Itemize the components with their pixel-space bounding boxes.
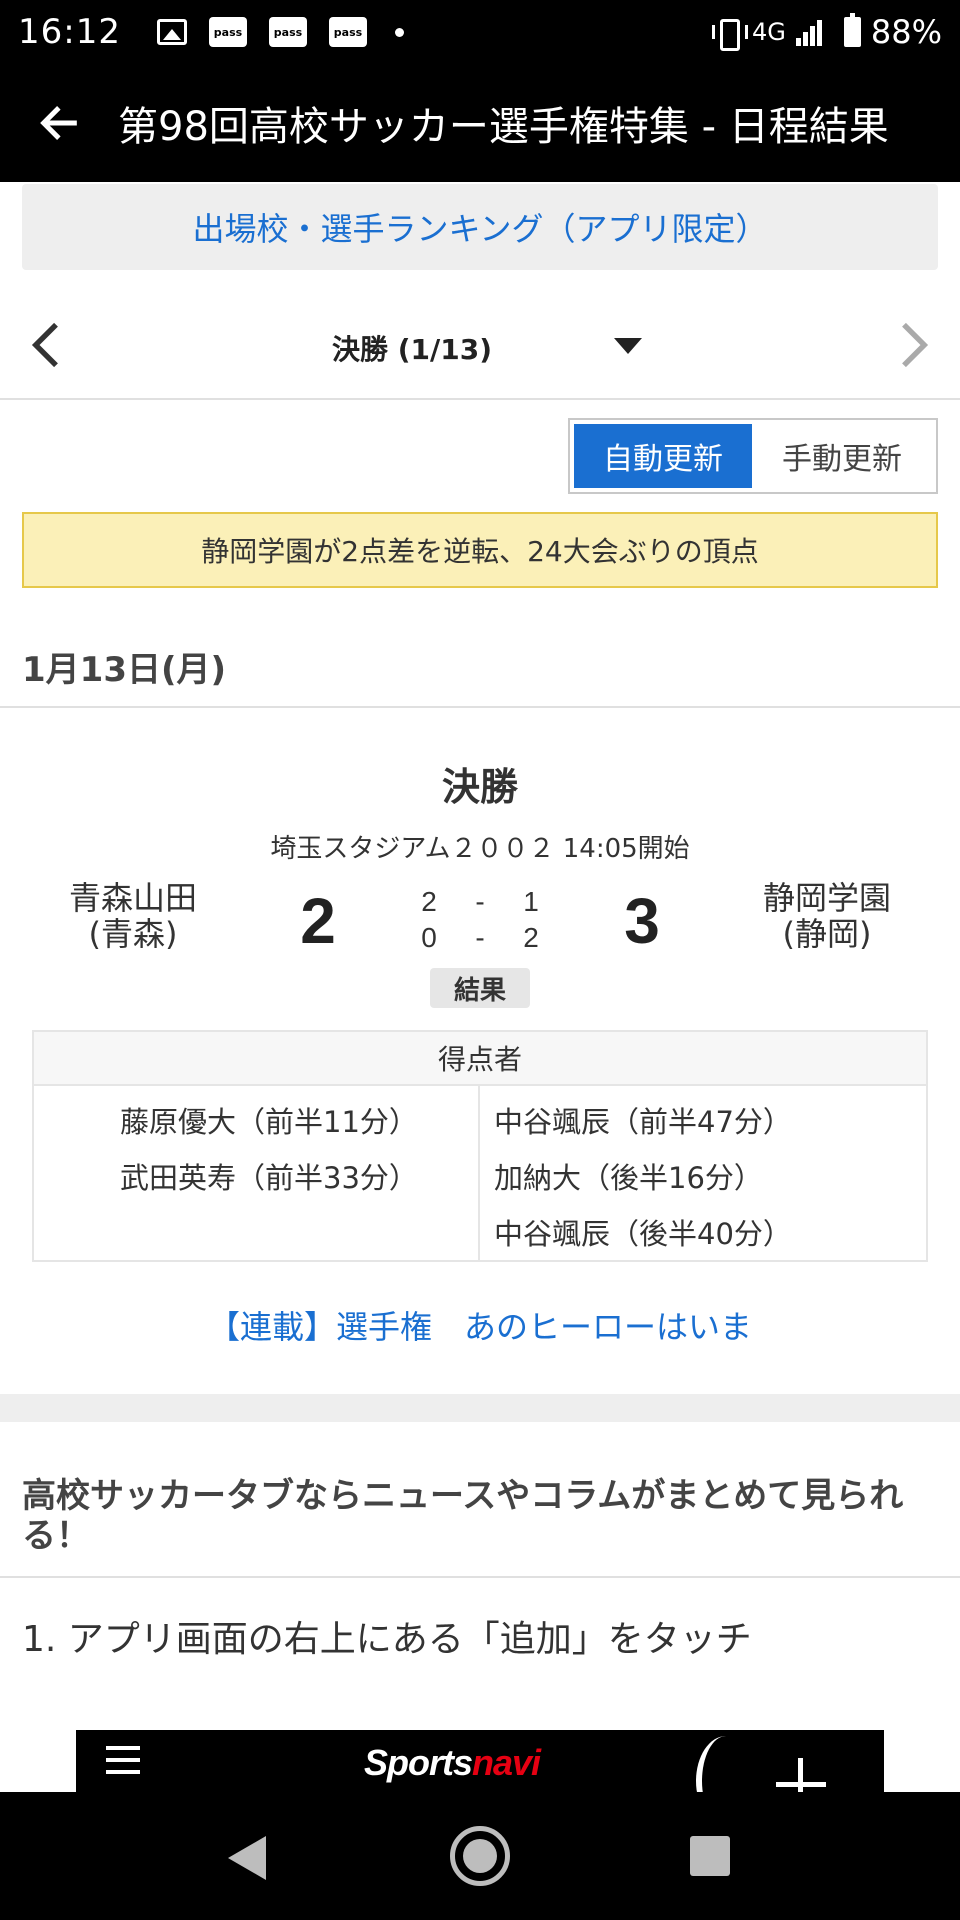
page-title: 第98回高校サッカー選手権特集 - 日程結果	[118, 104, 889, 150]
match-date: 1月13日(月)	[22, 650, 227, 690]
home-team-name: 青森山田	[68, 879, 197, 917]
signal-icon	[795, 18, 826, 46]
notification-icons: pass pass pass	[156, 17, 404, 47]
away-team[interactable]: 静岡学園 (静岡)	[734, 880, 920, 952]
chevron-right-icon[interactable]	[888, 318, 938, 372]
match-round: 決勝	[441, 765, 518, 809]
update-toggle: 自動更新 手動更新	[568, 418, 938, 494]
scorer-entry: 中谷颯辰（後半40分）	[494, 1217, 792, 1251]
back-arrow-icon[interactable]	[0, 64, 118, 182]
menu-icon[interactable]	[106, 1746, 140, 1774]
first-half-score: 2 - 1	[421, 886, 539, 917]
battery-icon	[843, 13, 861, 47]
status-badge: 結果	[430, 968, 530, 1008]
home-score: 2	[300, 885, 336, 957]
headline-banner[interactable]: 静岡学園が2点差を逆転、24大会ぶりの頂点	[22, 512, 938, 588]
section-divider	[0, 1394, 960, 1422]
round-nav: 決勝 (1/13)	[0, 290, 960, 400]
status-time: 16:12	[18, 12, 121, 52]
sportsnavi-logo[interactable]: Sportsnavi	[364, 1742, 541, 1784]
away-score: 3	[624, 885, 660, 957]
round-selector[interactable]: 決勝 (1/13)	[0, 328, 824, 368]
away-team-pref: (静岡)	[782, 915, 872, 953]
scorers-header: 得点者	[34, 1032, 926, 1086]
footer-bar: Sportsnavi	[76, 1730, 884, 1826]
away-scorers: 中谷颯辰（前半47分） 加納大（後半16分） 中谷颯辰（後半40分）	[480, 1086, 926, 1260]
promo-step: 1. アプリ画面の右上にある「追加」をタッチ	[22, 1619, 752, 1660]
scorer-entry: 加納大（後半16分）	[494, 1161, 763, 1195]
manual-update-button[interactable]: 手動更新	[752, 424, 932, 488]
promo-title: 高校サッカータブならニュースやコラムがまとめて見られる！	[22, 1476, 904, 1556]
divider	[0, 1576, 960, 1578]
home-team[interactable]: 青森山田 (青森)	[40, 880, 226, 952]
half-scores: 2 - 1 0 - 2	[400, 884, 560, 956]
nav-home-icon[interactable]	[450, 1826, 510, 1886]
chevron-down-icon[interactable]	[614, 338, 642, 354]
home-scorers: 藤原優大（前半11分） 武田英寿（前半33分）	[34, 1086, 480, 1260]
scorer-entry: 武田英寿（前半33分）	[120, 1161, 418, 1195]
pass-icon: pass	[328, 17, 367, 47]
gallery-icon	[156, 19, 187, 45]
app-bar: 第98回高校サッカー選手権特集 - 日程結果	[0, 64, 960, 182]
pass-icon: pass	[268, 17, 307, 47]
home-team-pref: (青森)	[88, 915, 178, 953]
scorers-table: 得点者 藤原優大（前半11分） 武田英寿（前半33分） 中谷颯辰（前半47分） …	[32, 1030, 928, 1262]
dot-icon	[394, 27, 404, 37]
second-half-score: 0 - 2	[421, 922, 539, 953]
network-label: 4G	[752, 18, 786, 46]
divider	[0, 706, 960, 708]
vibrate-icon	[712, 17, 748, 51]
ranking-banner-link[interactable]: 出場校・選手ランキング（アプリ限定）	[22, 184, 938, 270]
scorer-entry: 藤原優大（前半11分）	[120, 1105, 418, 1139]
away-team-name: 静岡学園	[762, 879, 891, 917]
scorer-entry: 中谷颯辰（前半47分）	[494, 1105, 792, 1139]
system-nav-bar	[0, 1792, 960, 1920]
nav-back-icon[interactable]	[228, 1836, 266, 1880]
auto-update-button[interactable]: 自動更新	[574, 424, 752, 488]
match-venue: 埼玉スタジアム２００２ 14:05開始	[270, 834, 690, 864]
nav-recent-apps-icon[interactable]	[690, 1836, 730, 1876]
pass-icon: pass	[208, 17, 247, 47]
battery-percent: 88%	[870, 13, 942, 51]
series-link[interactable]: 【連載】選手権 あのヒーローはいま	[0, 1302, 960, 1348]
status-right: 4G 88%	[712, 13, 942, 51]
status-bar: 16:12 pass pass pass 4G 88%	[0, 0, 960, 64]
